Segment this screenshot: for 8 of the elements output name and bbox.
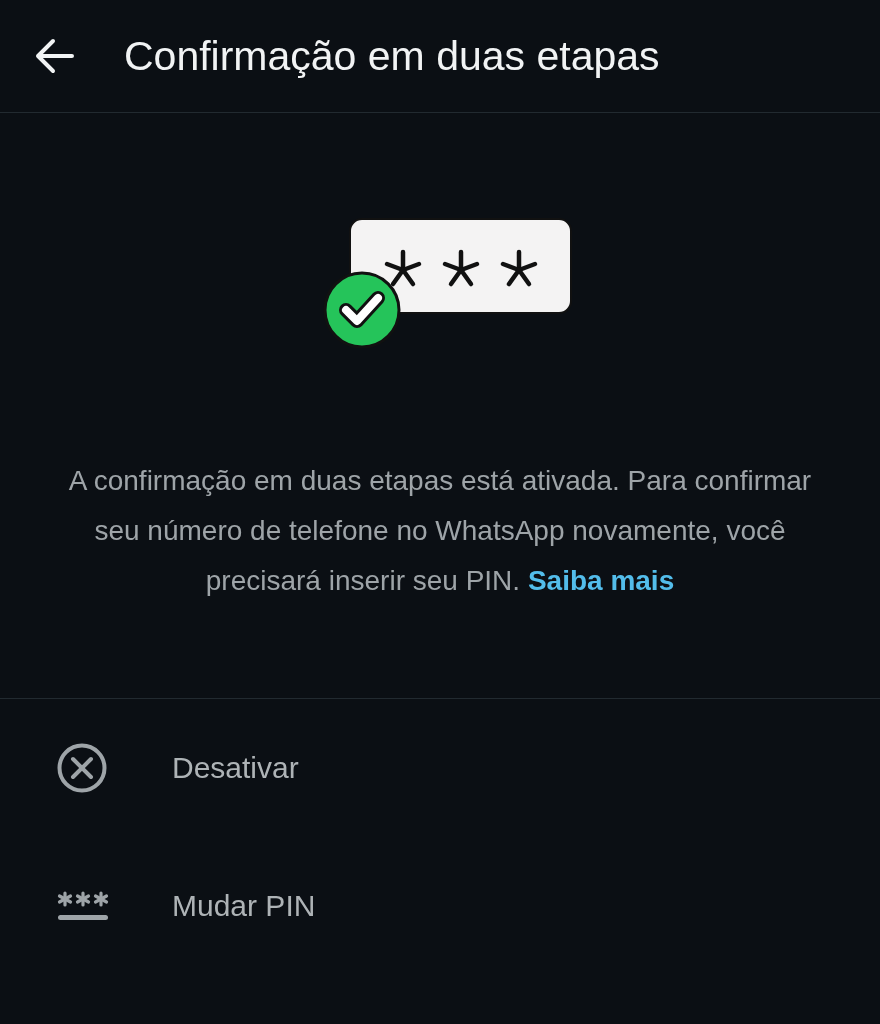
back-arrow-icon — [34, 38, 74, 74]
screen-title: Confirmação em duas etapas — [124, 32, 660, 80]
learn-more-link[interactable]: Saiba mais — [527, 565, 675, 596]
password-icon — [56, 891, 110, 921]
info-paragraph: A confirmação em duas etapas está ativada. Para confirmar seu número de telefone no WhatsApp novamente, você precisará inserir seu PIN. Saiba mais — [67, 464, 813, 598]
menu-option[interactable]: Mudar PIN — [172, 889, 316, 923]
menu-option[interactable]: Desativar — [172, 751, 299, 785]
close-circle-icon — [56, 742, 108, 794]
